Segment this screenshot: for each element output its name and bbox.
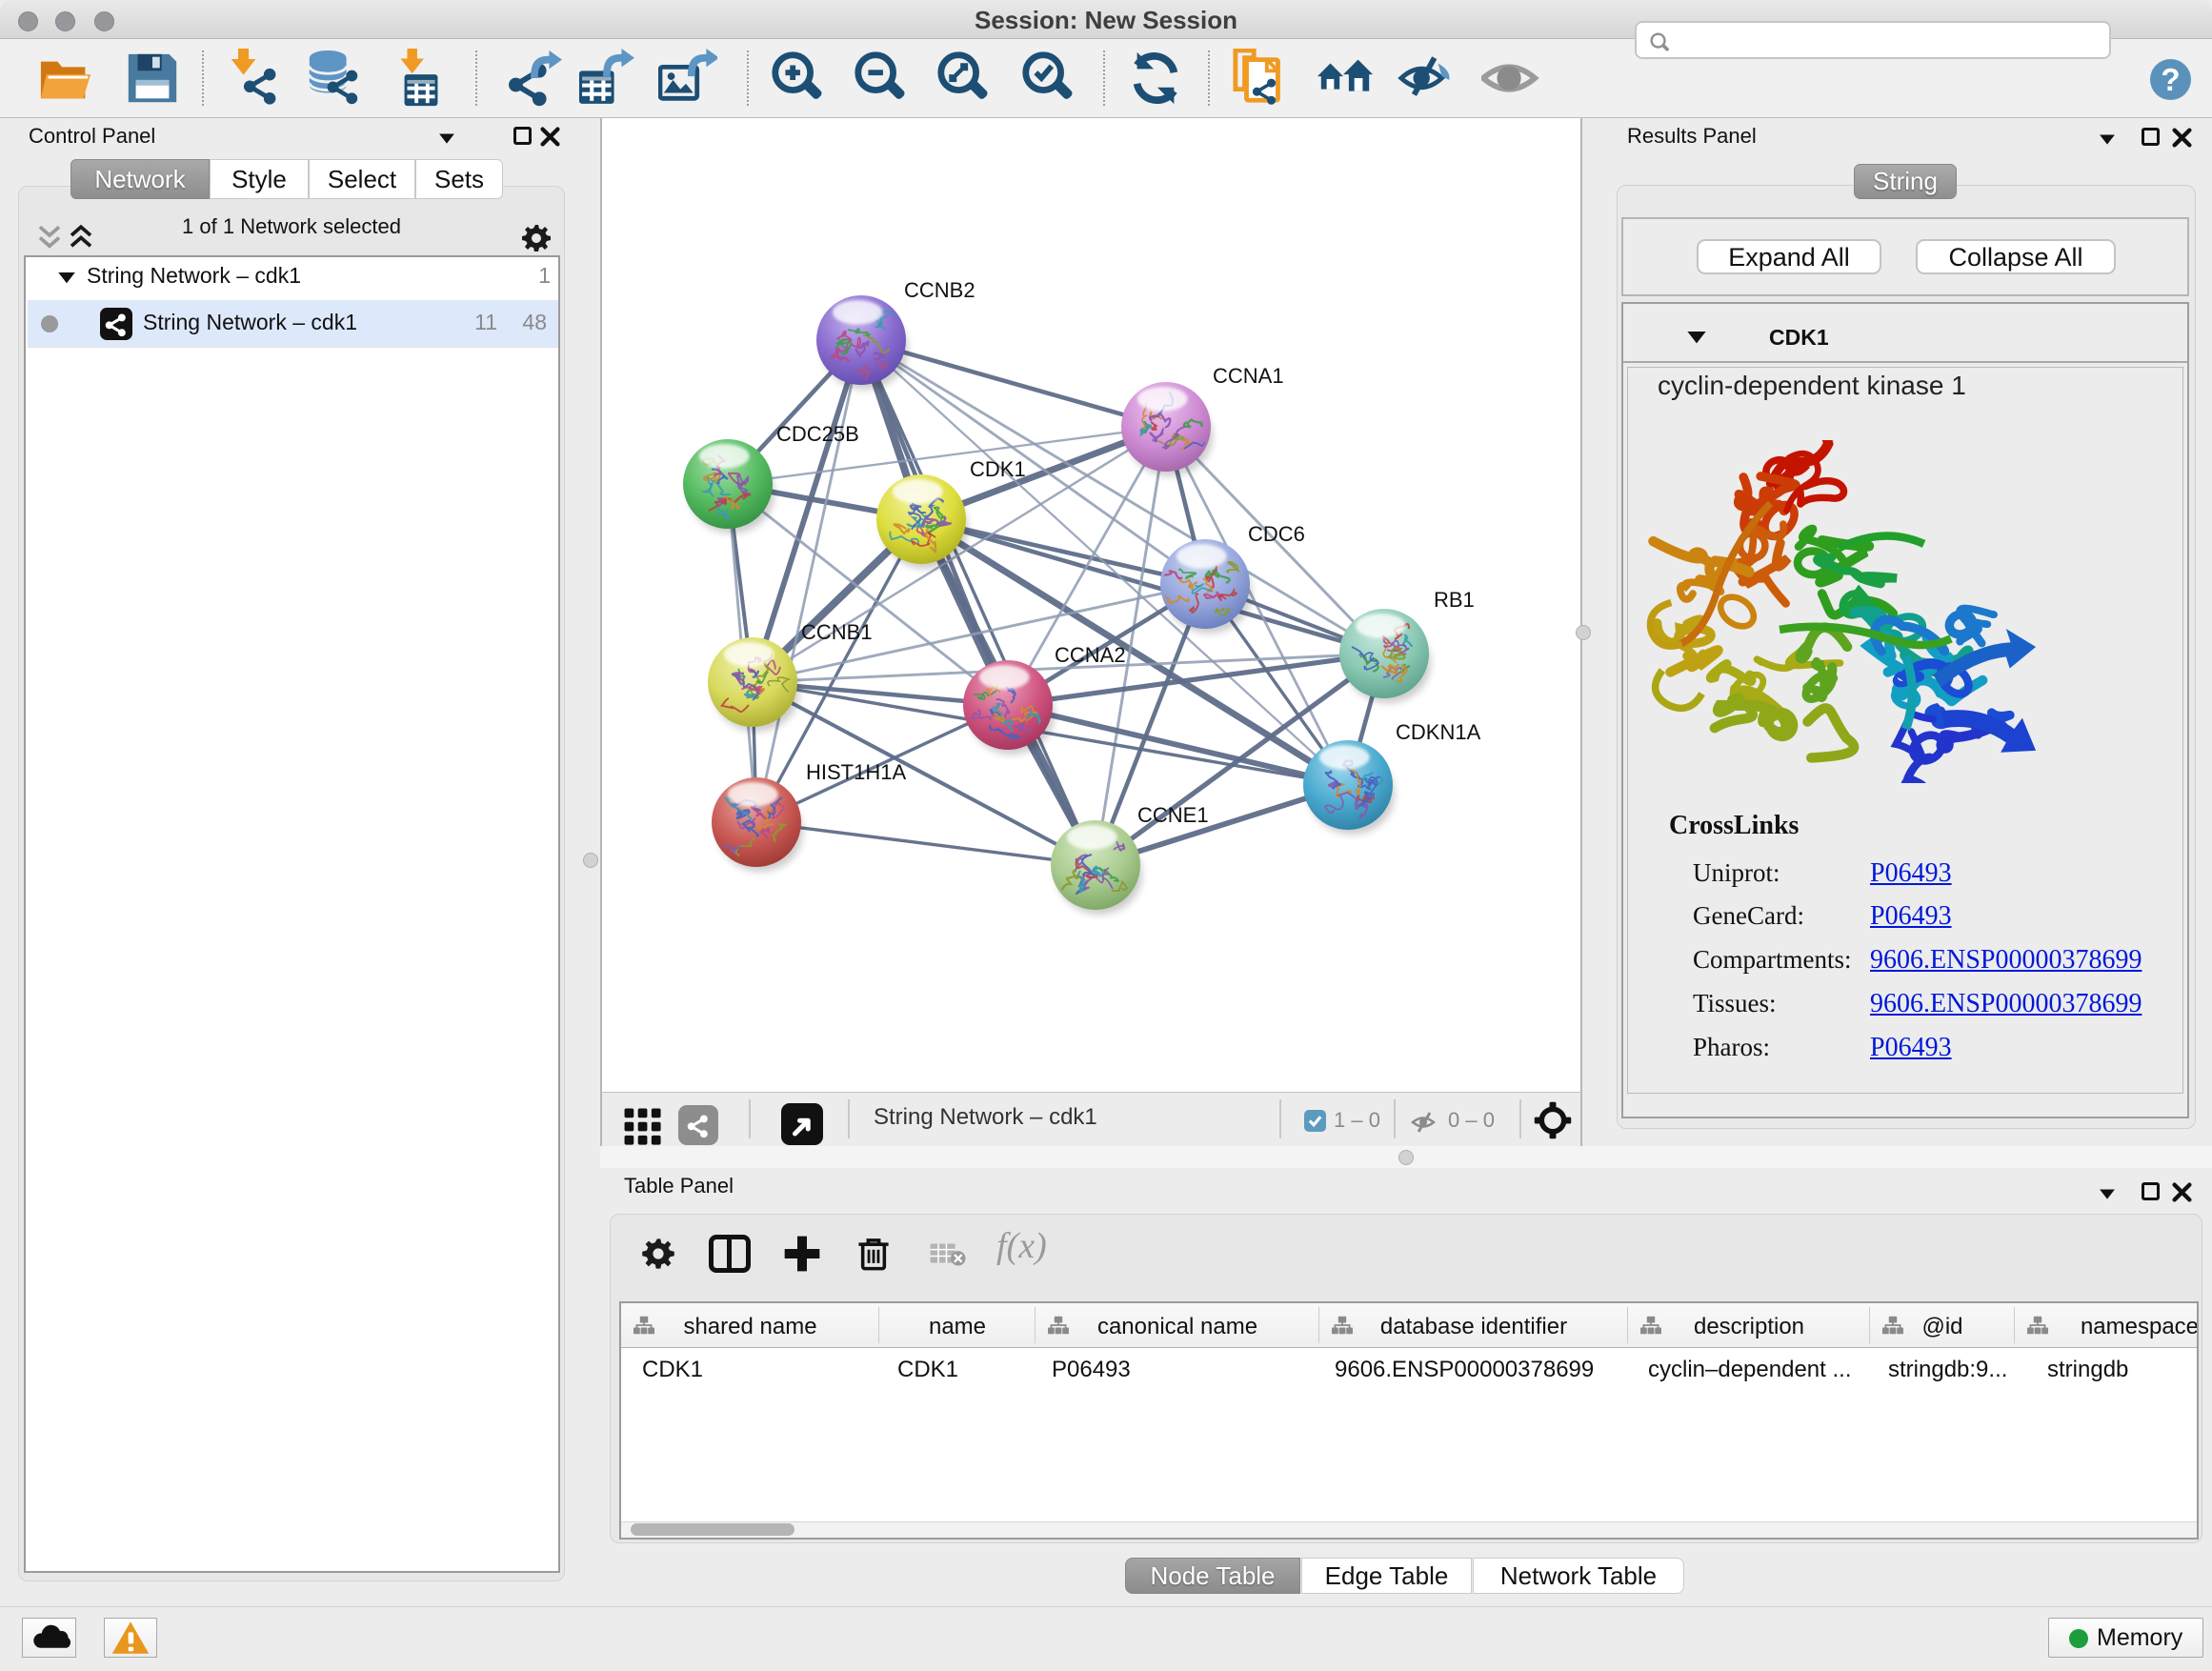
svg-text:CCNB1: CCNB1 <box>801 620 873 644</box>
svg-text:CCNA1: CCNA1 <box>1213 364 1284 388</box>
svg-text:RB1: RB1 <box>1434 588 1475 612</box>
svg-text:CCNE1: CCNE1 <box>1137 803 1209 827</box>
svg-text:CDKN1A: CDKN1A <box>1396 720 1481 744</box>
svg-text:CCNB2: CCNB2 <box>904 278 975 302</box>
svg-text:CCNA2: CCNA2 <box>1055 643 1126 667</box>
svg-text:HIST1H1A: HIST1H1A <box>806 760 906 784</box>
svg-text:CDK1: CDK1 <box>970 457 1026 481</box>
svg-text:CDC6: CDC6 <box>1248 522 1305 546</box>
svg-text:CDC25B: CDC25B <box>776 422 859 446</box>
